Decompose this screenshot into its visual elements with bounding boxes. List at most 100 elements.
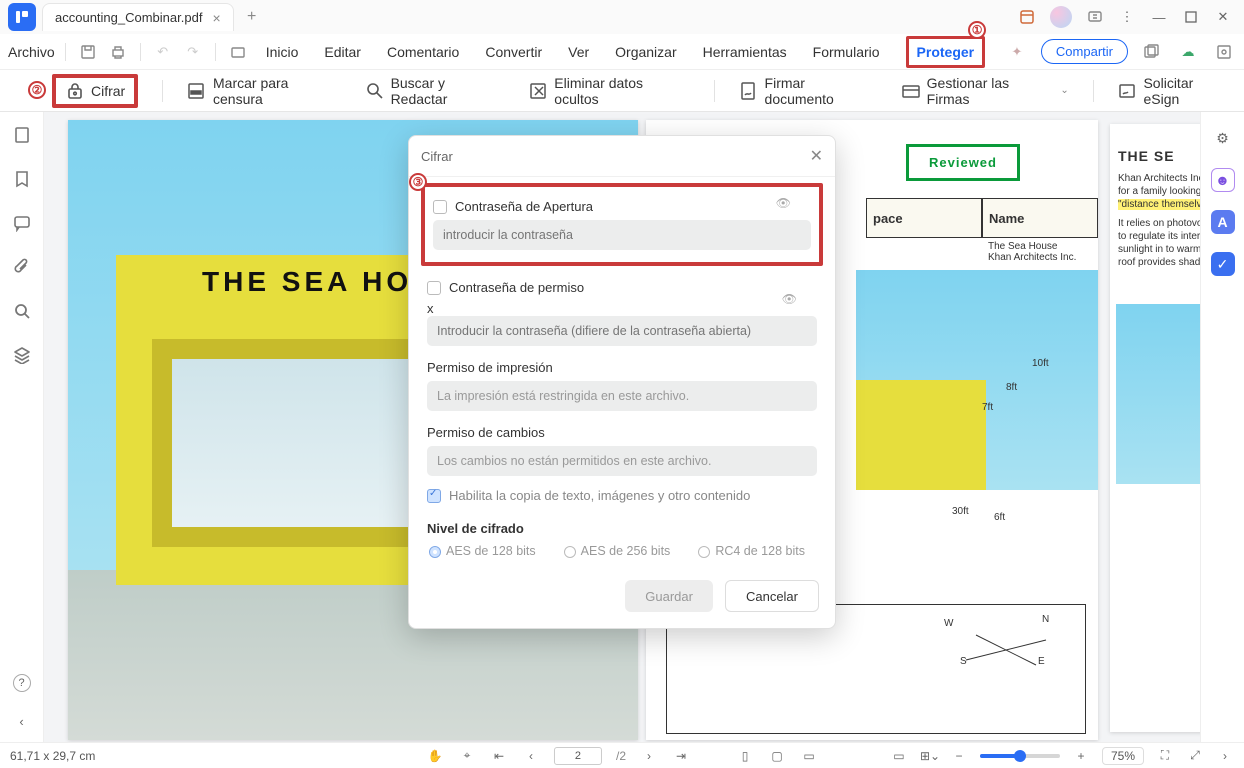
page-number-input[interactable]: 2 xyxy=(554,747,602,765)
close-window-icon[interactable]: ✕ xyxy=(1214,8,1232,26)
zoom-value[interactable]: 75% xyxy=(1102,747,1144,765)
left-sidebar: ? ‹ xyxy=(0,112,44,742)
radio-aes256[interactable]: AES de 256 bits xyxy=(564,544,671,558)
search-redact-icon xyxy=(365,81,385,101)
feedback-icon[interactable] xyxy=(1086,8,1104,26)
settings-sliders-icon[interactable]: ⚙ xyxy=(1211,126,1235,150)
bulb-icon[interactable]: ✦ xyxy=(1005,40,1029,64)
zoom-out-icon[interactable]: − xyxy=(950,749,968,763)
open-password-input[interactable] xyxy=(433,220,811,250)
print-icon[interactable] xyxy=(106,40,130,64)
collapse-left-icon[interactable]: ‹ xyxy=(11,710,33,732)
menu-herramientas[interactable]: Herramientas xyxy=(703,44,787,60)
more-icon[interactable]: ⋮ xyxy=(1118,8,1136,26)
encrypt-label: Cifrar xyxy=(91,83,125,99)
titlebar: accounting_Combinar.pdf × + ⋮ — ✕ xyxy=(0,0,1244,34)
zoom-slider[interactable] xyxy=(980,754,1060,758)
close-dialog-icon[interactable]: ✕ xyxy=(810,146,823,166)
fit-page-icon[interactable]: ⛶ xyxy=(1156,748,1174,763)
menu-comentario[interactable]: Comentario xyxy=(387,44,459,60)
open-icon[interactable] xyxy=(226,40,250,64)
redo-icon[interactable]: ↷ xyxy=(181,40,205,64)
view-mode-icon[interactable]: ⊞⌄ xyxy=(920,749,938,763)
maximize-icon[interactable] xyxy=(1182,8,1200,26)
sign-doc-button[interactable]: Firmar documento xyxy=(739,75,877,107)
menu-proteger[interactable]: ① Proteger xyxy=(906,36,986,68)
bookmark-icon[interactable] xyxy=(11,168,33,190)
encrypt-button[interactable]: Cifrar xyxy=(52,74,138,108)
open-password-checkbox[interactable] xyxy=(433,200,447,214)
eye-icon[interactable]: 👁 xyxy=(782,292,797,306)
dialog-title: Cifrar xyxy=(421,149,453,164)
radio-rc4128[interactable]: RC4 de 128 bits xyxy=(698,544,805,558)
menu-organizar[interactable]: Organizar xyxy=(615,44,676,60)
statusbar: 61,71 x 29,7 cm ✋ ⌖ ⇤ ‹ 2 /2 › ⇥ ▯ ▢ ▭ ▭… xyxy=(0,742,1244,768)
th-name: Name xyxy=(982,198,1098,238)
menu-inicio[interactable]: Inicio xyxy=(266,44,299,60)
encrypt-dialog: Cifrar ✕ ③ Contraseña de Apertura 👁 Cont… xyxy=(408,135,836,629)
zoom-in-icon[interactable]: + xyxy=(1072,749,1090,763)
find-redact-label: Buscar y Redactar xyxy=(391,75,505,107)
manage-sigs-label: Gestionar las Firmas xyxy=(927,75,1055,107)
search-icon[interactable] xyxy=(11,300,33,322)
task-check-icon[interactable]: ✓ xyxy=(1211,252,1235,276)
user-avatar[interactable] xyxy=(1050,6,1072,28)
menu-convertir[interactable]: Convertir xyxy=(485,44,542,60)
scroll-mode-icon[interactable]: ▯ xyxy=(736,749,754,763)
ai-chat-icon[interactable]: ☻ xyxy=(1211,168,1235,192)
manage-sigs-button[interactable]: Gestionar las Firmas ⌄ xyxy=(901,75,1069,107)
new-tab-button[interactable]: + xyxy=(240,5,264,29)
cloud-icon[interactable]: ☁ xyxy=(1176,40,1200,64)
tab-title: accounting_Combinar.pdf xyxy=(55,10,202,25)
batch-icon[interactable] xyxy=(1140,40,1164,64)
mark-redact-button[interactable]: Marcar para censura xyxy=(187,75,341,107)
attachment-icon[interactable] xyxy=(11,256,33,278)
document-tab[interactable]: accounting_Combinar.pdf × xyxy=(42,3,234,31)
menu-editar[interactable]: Editar xyxy=(324,44,361,60)
enable-copy-checkbox[interactable] xyxy=(427,489,441,503)
remove-hidden-button[interactable]: Eliminar datos ocultos xyxy=(529,75,690,107)
minimize-icon[interactable]: — xyxy=(1150,8,1168,26)
thumbnail-panel-icon[interactable] xyxy=(11,124,33,146)
permission-password-checkbox[interactable] xyxy=(427,281,441,295)
find-redact-button[interactable]: Buscar y Redactar xyxy=(365,75,505,107)
help-icon[interactable]: ? xyxy=(13,674,31,692)
radio-aes128[interactable]: AES de 128 bits xyxy=(429,544,536,558)
menu-formulario[interactable]: Formulario xyxy=(813,44,880,60)
fullscreen-icon[interactable]: ⤢ xyxy=(1186,748,1204,763)
first-page-icon[interactable]: ⇤ xyxy=(490,749,508,763)
cancel-button[interactable]: Cancelar xyxy=(725,580,819,612)
select-tool-icon[interactable]: ⌖ xyxy=(458,748,476,763)
layers-icon[interactable] xyxy=(11,344,33,366)
eye-icon[interactable]: 👁 xyxy=(776,196,791,210)
changes-permission-label: Permiso de cambios xyxy=(427,425,817,440)
prev-page-icon[interactable]: ‹ xyxy=(522,749,540,763)
collapse-right-icon[interactable]: › xyxy=(1216,749,1234,763)
last-page-icon[interactable]: ⇥ xyxy=(672,749,690,763)
request-esign-button[interactable]: Solicitar eSign xyxy=(1118,75,1232,107)
two-page-icon[interactable]: ▭ xyxy=(800,749,818,763)
translate-icon[interactable]: A xyxy=(1211,210,1235,234)
share-button[interactable]: Compartir xyxy=(1041,39,1128,64)
print-permission-select[interactable]: La impresión está restringida en este ar… xyxy=(427,381,817,411)
hand-tool-icon[interactable]: ✋ xyxy=(426,749,444,763)
changes-permission-select[interactable]: Los cambios no están permitidos en este … xyxy=(427,446,817,476)
undo-icon[interactable]: ↶ xyxy=(151,40,175,64)
single-page-icon[interactable]: ▢ xyxy=(768,749,786,763)
save-icon[interactable] xyxy=(76,40,100,64)
read-mode-icon[interactable]: ▭ xyxy=(890,749,908,763)
permission-password-input[interactable] xyxy=(427,316,817,346)
far-title: THE SE xyxy=(1118,148,1175,164)
close-tab-icon[interactable]: × xyxy=(212,10,220,26)
template-icon[interactable] xyxy=(1212,40,1236,64)
manage-sigs-icon xyxy=(901,81,921,101)
panel-icon[interactable] xyxy=(1018,8,1036,26)
next-page-icon[interactable]: › xyxy=(640,749,658,763)
file-menu[interactable]: Archivo xyxy=(8,44,55,60)
page-total: /2 xyxy=(616,749,626,763)
comment-panel-icon[interactable] xyxy=(11,212,33,234)
menu-ver[interactable]: Ver xyxy=(568,44,589,60)
save-button[interactable]: Guardar xyxy=(625,580,713,612)
page-dimensions: 61,71 x 29,7 cm xyxy=(10,749,95,763)
enable-copy-label: Habilita la copia de texto, imágenes y o… xyxy=(449,488,750,503)
